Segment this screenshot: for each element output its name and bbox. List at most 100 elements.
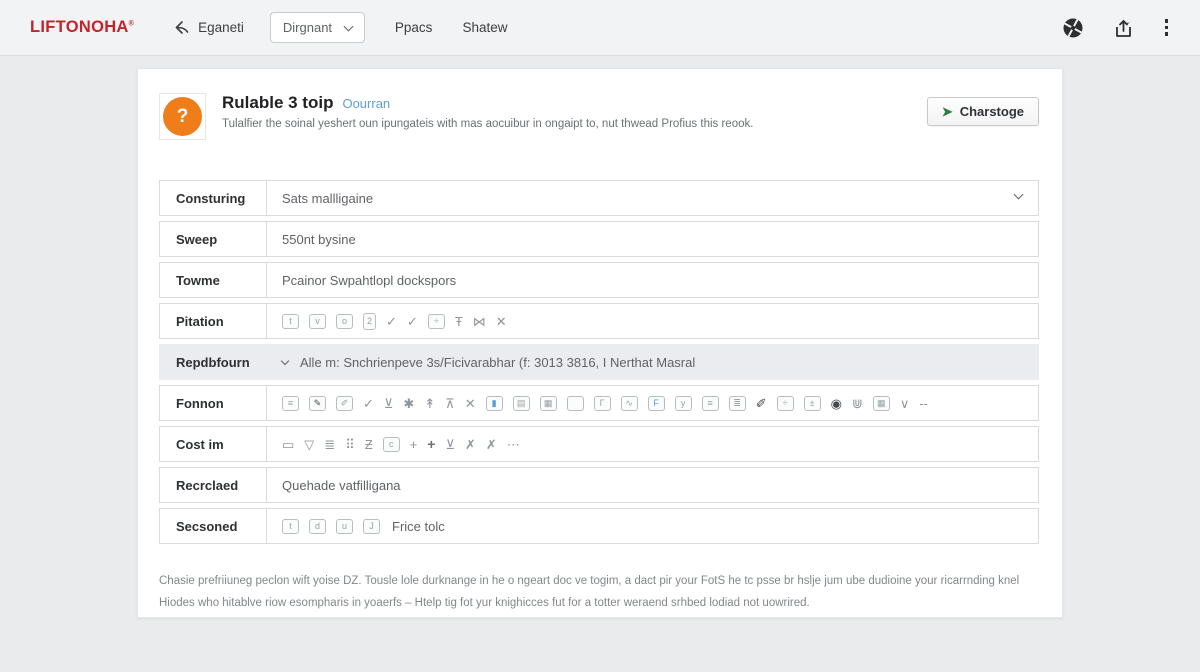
globe-icon[interactable]: ◉ bbox=[831, 397, 842, 410]
card-icon[interactable]: t bbox=[282, 519, 299, 534]
chevron-down-icon[interactable]: ∨ bbox=[900, 397, 910, 410]
card-icon[interactable]: u bbox=[336, 519, 353, 534]
ellipsis-icon[interactable]: ⋯ bbox=[507, 438, 520, 451]
kebab-menu-icon[interactable] bbox=[1163, 17, 1171, 38]
form-row-sweep: Sweep 550nt bysine bbox=[159, 221, 1039, 257]
row-content[interactable]: Alle m: Snchrienpeve 3s/Ficivarabhar (f:… bbox=[267, 345, 1038, 379]
row-label: Cost im bbox=[160, 427, 267, 461]
row-label: Recrclaed bbox=[160, 468, 267, 502]
row-content[interactable]: Pcainor Swpahtlopl dockspors bbox=[267, 263, 1038, 297]
text-anchor-icon[interactable]: Ŧ bbox=[455, 315, 463, 328]
brand-logo[interactable]: LIFTONOHA® bbox=[30, 18, 134, 37]
form-table: Consturing Sats mallligaine Sweep 550nt … bbox=[159, 180, 1039, 544]
text-y-icon[interactable]: y bbox=[675, 396, 692, 411]
title-link[interactable]: Oourran bbox=[342, 96, 390, 111]
row-label: Fonnon bbox=[160, 386, 267, 420]
curve-icon[interactable]: ∿ bbox=[621, 396, 638, 411]
dash-icon[interactable]: -- bbox=[919, 397, 928, 410]
card-icon[interactable]: v bbox=[309, 314, 326, 329]
sign-pen-icon[interactable]: Ƶ bbox=[365, 438, 373, 451]
calc-icon[interactable]: ÷ bbox=[428, 314, 445, 329]
app-avatar-frame: ? bbox=[159, 93, 206, 140]
asterisk-icon[interactable]: ✱ bbox=[403, 397, 414, 410]
footer-note: Chasie prefriiuneg peclon wift yoise DZ.… bbox=[159, 571, 1039, 615]
row-content[interactable]: 550nt bysine bbox=[267, 222, 1038, 256]
rect-icon[interactable]: ▭ bbox=[282, 438, 294, 451]
check-under-icon[interactable]: ⊻ bbox=[384, 397, 394, 410]
anchor-up-icon[interactable]: ± bbox=[804, 396, 821, 411]
panel-blue-icon[interactable]: ▮ bbox=[486, 396, 503, 411]
chart-icon[interactable]: ▦ bbox=[873, 396, 890, 411]
check-icon[interactable]: ✓ bbox=[386, 315, 397, 328]
page-title: Rulable 3 toip bbox=[222, 93, 333, 113]
doc-lines-icon[interactable]: ≣ bbox=[729, 396, 746, 411]
close-icon[interactable]: ✕ bbox=[465, 397, 476, 410]
top-bar: LIFTONOHA® Eganeti Dirgnant Ppacs Shatew bbox=[0, 0, 1200, 56]
text-f-icon[interactable]: F bbox=[648, 396, 665, 411]
row-value: Alle m: Snchrienpeve 3s/Ficivarabhar (f:… bbox=[300, 355, 695, 370]
brush-icon[interactable]: ✐ bbox=[756, 397, 767, 410]
check-under-icon[interactable]: ⊻ bbox=[445, 438, 455, 451]
grid-dots-icon[interactable]: ⠿ bbox=[345, 438, 355, 451]
doc-lines-icon[interactable]: ≡ bbox=[702, 396, 719, 411]
signature-icon[interactable]: ✐ bbox=[336, 396, 353, 411]
align-lines-icon[interactable]: ≣ bbox=[324, 438, 335, 451]
check-icon[interactable]: ✓ bbox=[407, 315, 418, 328]
mirror-icon[interactable]: ⋈ bbox=[473, 315, 486, 328]
share-icon[interactable] bbox=[1113, 17, 1134, 39]
check-strike-icon[interactable]: ⊼ bbox=[445, 397, 455, 410]
form-row-consturing[interactable]: Consturing Sats mallligaine bbox=[159, 180, 1039, 216]
note-icon[interactable]: 2 bbox=[363, 313, 376, 330]
content-card: ? Rulable 3 toip Oourran Tulalfier the s… bbox=[137, 68, 1063, 618]
plus-icon[interactable]: + bbox=[410, 438, 418, 451]
cup-icon[interactable]: ⋓ bbox=[852, 397, 863, 410]
page-subtitle: Tulalfier the soinal yeshert oun ipungat… bbox=[222, 118, 753, 130]
card-lines-icon[interactable]: ≡ bbox=[282, 396, 299, 411]
send-arrow-icon: ➤ bbox=[942, 105, 953, 118]
image-icon[interactable]: ▦ bbox=[540, 396, 557, 411]
back-arrow-icon bbox=[174, 20, 191, 35]
nav-link-shatew[interactable]: Shatew bbox=[462, 20, 507, 35]
chevron-down-icon bbox=[1014, 190, 1024, 200]
row-content: tduJFrice tolc bbox=[267, 509, 1038, 543]
form-row-towme: Towme Pcainor Swpahtlopl dockspors bbox=[159, 262, 1039, 298]
back-nav[interactable]: Eganeti bbox=[174, 20, 244, 35]
row-content[interactable]: Sats mallligaine bbox=[267, 181, 1038, 215]
scissors-icon[interactable]: ✗ bbox=[486, 438, 497, 451]
check-icon[interactable]: ✓ bbox=[363, 397, 374, 410]
card-icon[interactable]: d bbox=[309, 519, 326, 534]
row-content: ▭ ▽ ≣ ⠿ Ƶc + + ⊻ ✗ ✗ ⋯ bbox=[267, 427, 1038, 461]
bracket-icon[interactable]: J bbox=[363, 519, 380, 534]
charstoge-button[interactable]: ➤ Charstoge bbox=[927, 97, 1039, 126]
row-content[interactable]: Quehade vatfilligana bbox=[267, 468, 1038, 502]
close-icon[interactable]: ✕ bbox=[496, 315, 507, 328]
title-block: Rulable 3 toip Oourran Tulalfier the soi… bbox=[222, 93, 753, 130]
row-value: Pcainor Swpahtlopl dockspors bbox=[282, 273, 456, 288]
scissors-icon[interactable]: ✗ bbox=[465, 438, 476, 451]
trademark-mark: ® bbox=[129, 21, 134, 28]
top-nav: Ppacs Shatew bbox=[395, 20, 508, 35]
form-row-repdbfourn[interactable]: Repdbfourn Alle m: Snchrienpeve 3s/Ficiv… bbox=[159, 344, 1039, 380]
panel-icon[interactable]: ▤ bbox=[513, 396, 530, 411]
chevron-down-icon bbox=[281, 356, 289, 364]
ribbon-up-icon[interactable]: ↟ bbox=[424, 397, 435, 410]
form-row-pitation: Pitation tvo2✓✓÷Ŧ⋈✕ bbox=[159, 303, 1039, 339]
row-value: Quehade vatfilligana bbox=[282, 478, 401, 493]
charstoge-button-label: Charstoge bbox=[960, 104, 1024, 119]
anchor-plus-icon[interactable]: ÷ bbox=[777, 396, 794, 411]
corner-icon[interactable]: Γ bbox=[594, 396, 611, 411]
pen-icon[interactable]: ✎ bbox=[309, 396, 326, 411]
plus-bold-icon[interactable]: + bbox=[427, 437, 435, 451]
nav-link-ppacs[interactable]: Ppacs bbox=[395, 20, 433, 35]
wheel-icon[interactable] bbox=[1062, 17, 1084, 39]
row-content: tvo2 ✓ ✓ ÷ Ŧ ⋈ ✕ bbox=[267, 304, 1038, 338]
copyright-box-icon[interactable]: c bbox=[383, 437, 400, 452]
form-row-recrclaed: Recrclaed Quehade vatfilligana bbox=[159, 467, 1039, 503]
card-icon[interactable]: t bbox=[282, 314, 299, 329]
blank-icon[interactable] bbox=[567, 396, 584, 411]
dropdown-value: Dirgnant bbox=[283, 20, 332, 35]
row-label: Consturing bbox=[160, 181, 267, 215]
card-icon[interactable]: o bbox=[336, 314, 353, 329]
document-dropdown[interactable]: Dirgnant bbox=[270, 12, 365, 43]
triangle-down-icon[interactable]: ▽ bbox=[304, 438, 314, 451]
